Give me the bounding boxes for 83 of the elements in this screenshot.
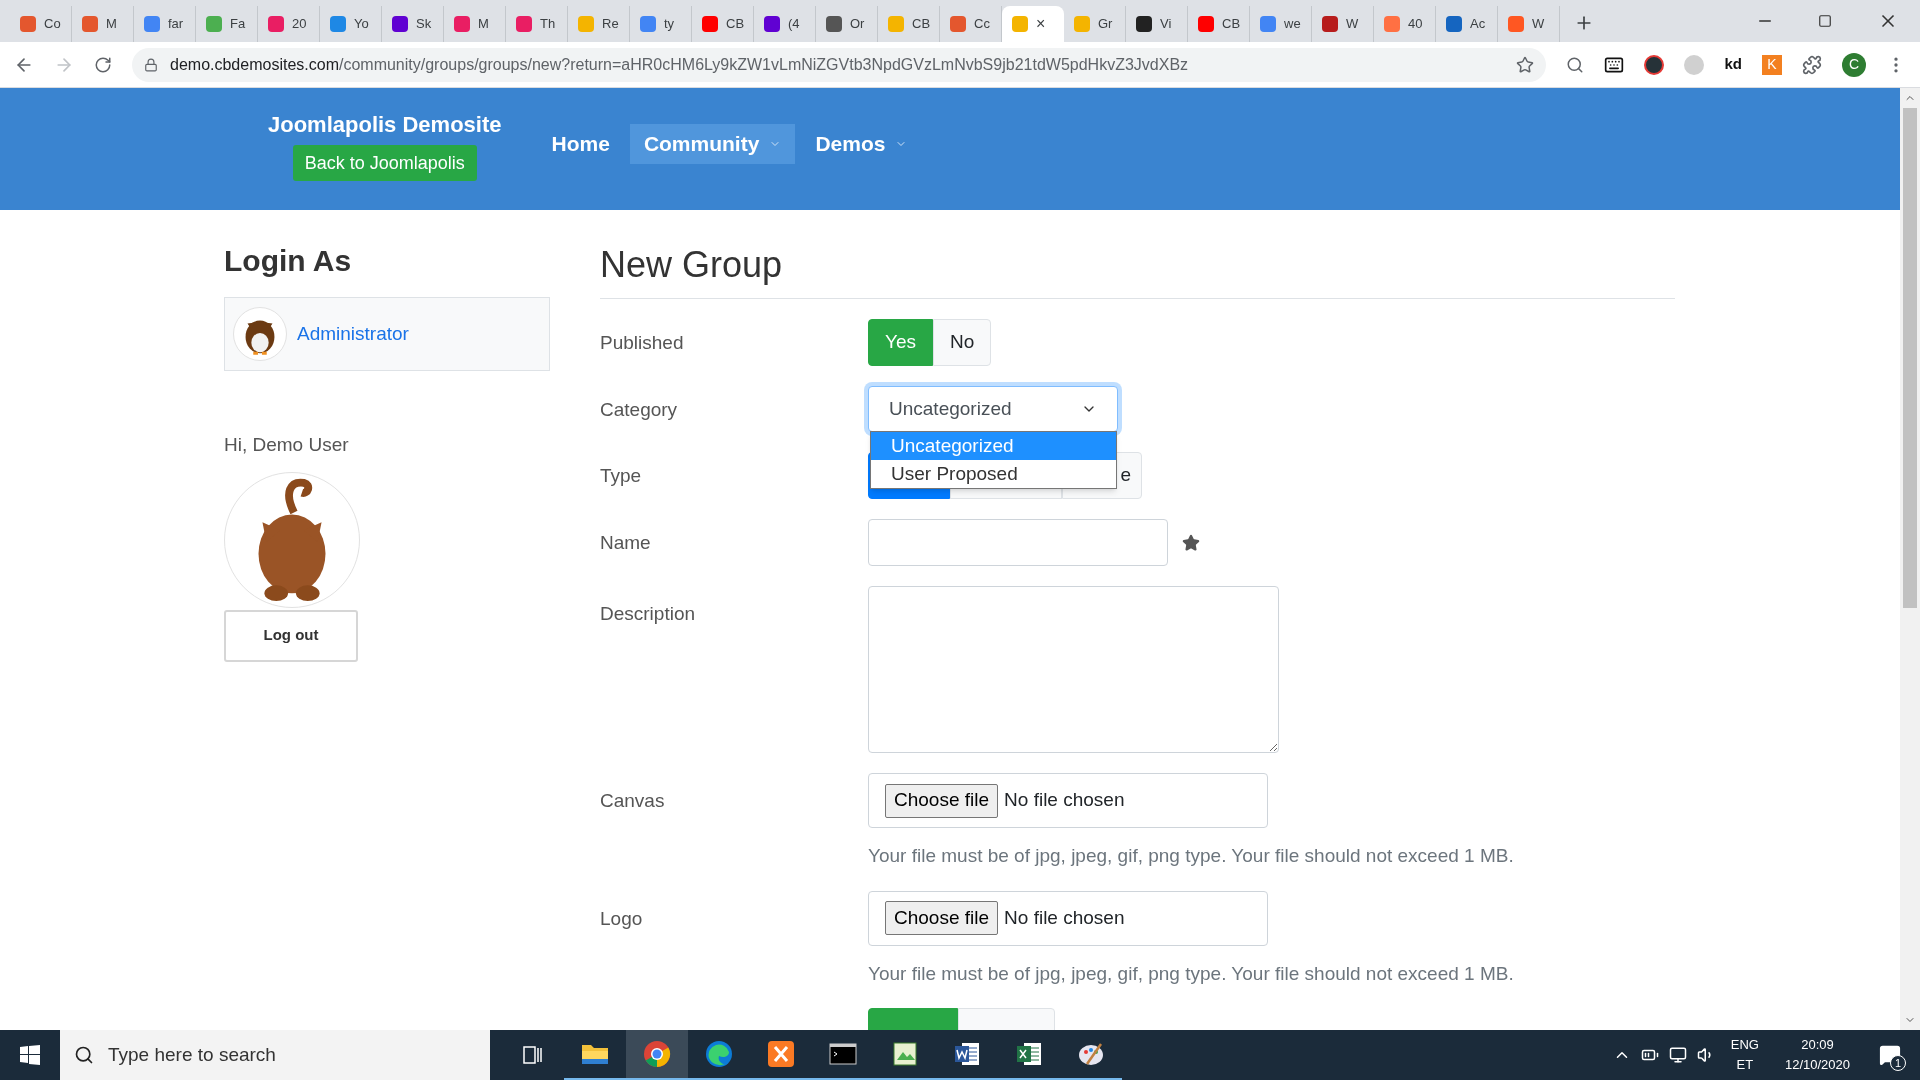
scrollbar-thumb[interactable]: [1903, 108, 1917, 608]
tab-title: ty: [664, 15, 675, 34]
logout-button[interactable]: Log out: [224, 609, 358, 662]
tab-title: Th: [540, 15, 556, 34]
edge-icon: [705, 1040, 733, 1068]
tab-title: CB: [1222, 15, 1241, 34]
reload-icon[interactable]: [94, 55, 112, 74]
nav-item[interactable]: Home: [537, 124, 624, 164]
tab-title: Gr: [1098, 15, 1113, 34]
field-label: Description: [600, 602, 697, 626]
tab-title: Ac: [1470, 15, 1486, 34]
tab-title: Cc: [974, 15, 990, 34]
notification-count: 1: [1890, 1055, 1906, 1071]
tab-title: ×: [1036, 16, 1046, 32]
extension-button[interactable]: kd: [1724, 53, 1742, 76]
taskbar-search[interactable]: Type here to search: [60, 1030, 490, 1080]
file-status: No file chosen: [1004, 788, 1125, 813]
clock[interactable]: 20:09 12/10/2020: [1774, 1035, 1860, 1075]
tab-title: 20: [292, 15, 307, 34]
file-status: No file chosen: [1004, 905, 1125, 930]
notepad-icon: [891, 1040, 919, 1068]
extensions-icon[interactable]: [1802, 54, 1822, 75]
search-icon: [74, 1045, 94, 1065]
tab-title: (4: [788, 15, 800, 34]
browser-tab[interactable]: ×: [1002, 6, 1064, 42]
dropdown-option[interactable]: User Proposed: [871, 460, 1116, 488]
address-bar[interactable]: demo.cbdemosites.com/community/groups/groups/new?return=aHR0cHM6Ly9kZW1vLmNiZGVtb3NpdGVzLmNvbS9jb21tdW5pdHkvZ3JvdXBz: [132, 47, 1547, 82]
field-label: Type: [600, 464, 643, 488]
site-title[interactable]: Joomlapolis Demosite: [268, 108, 502, 141]
page-title: New Group: [600, 238, 1675, 299]
help-text: Your file must be of jpg, jpeg, gif, png type. Your file should not exceed 1 MB.: [868, 844, 1514, 868]
bookmark-star-icon[interactable]: [1516, 55, 1535, 74]
chrome-icon: [643, 1040, 671, 1068]
tab-title: M: [478, 15, 489, 34]
name-input[interactable]: [868, 519, 1168, 566]
tab-title: Fa: [230, 15, 246, 34]
profile-avatar[interactable]: C: [1842, 52, 1866, 77]
choose-file-button[interactable]: Choose file: [885, 901, 999, 935]
field-label: Category: [600, 398, 679, 422]
terminal-icon: [829, 1042, 857, 1066]
language-indicator[interactable]: ENG ET: [1724, 1035, 1765, 1075]
lock-icon: [144, 57, 158, 72]
tab-title: far: [168, 15, 184, 34]
file-input[interactable]: Choose file No file chosen: [868, 890, 1268, 946]
field-label: Logo: [600, 906, 644, 931]
tab-title: CB: [726, 15, 745, 34]
tab-title: M: [106, 15, 117, 34]
xampp-icon: [767, 1040, 795, 1068]
tab-title: Sk: [416, 15, 432, 34]
help-text: Your file must be of jpg, jpeg, gif, png type. Your file should not exceed 1 MB.: [868, 961, 1514, 986]
url-text: demo.cbdemosites.com/community/groups/groups/new?return=aHR0cHM6Ly9kZW1vLmNiZGVtb3NpdGVzLmNvbS9jb21tdW5pdHkvZ3JvdXBz: [170, 54, 1189, 75]
tab-title: Vi: [1160, 15, 1172, 34]
tab-title: W: [1346, 15, 1359, 34]
notification-button[interactable]: 1: [1870, 1035, 1910, 1075]
tab-title: Co: [44, 15, 61, 34]
field-label: Canvas: [600, 789, 666, 813]
greeting-text: Hi, Demo User: [224, 433, 350, 457]
tab-title: W: [1532, 15, 1545, 34]
field-label: Published: [600, 331, 685, 355]
sidebar-title: Login As: [224, 243, 353, 279]
tab-title: Re: [602, 15, 619, 34]
tab-title: 40: [1408, 15, 1423, 34]
excel-icon: [1015, 1040, 1043, 1068]
nav-item[interactable]: Demos: [801, 124, 922, 164]
task-view-icon: [522, 1044, 544, 1066]
folder-icon: [581, 1042, 609, 1066]
field-label: Name: [600, 531, 652, 555]
tab-title: Yo: [354, 15, 369, 34]
scrollbar[interactable]: [1900, 88, 1920, 1030]
choose-file-button[interactable]: Choose file: [885, 783, 999, 818]
tab-title: CB: [912, 15, 931, 34]
file-input[interactable]: Choose file No file chosen: [868, 773, 1268, 828]
avatar-icon: [233, 307, 287, 361]
restore-icon[interactable]: [1818, 14, 1832, 28]
network-icon[interactable]: [1668, 1046, 1687, 1064]
word-icon: [953, 1040, 981, 1068]
category-select[interactable]: Uncategorized: [868, 386, 1118, 432]
tab-title: Or: [850, 15, 865, 34]
toggle-option[interactable]: No: [933, 319, 992, 366]
windows-icon: [20, 1045, 40, 1065]
administrator-link[interactable]: Administrator: [297, 319, 409, 349]
tab-title: we: [1284, 15, 1301, 34]
lens-icon[interactable]: [1566, 55, 1585, 74]
